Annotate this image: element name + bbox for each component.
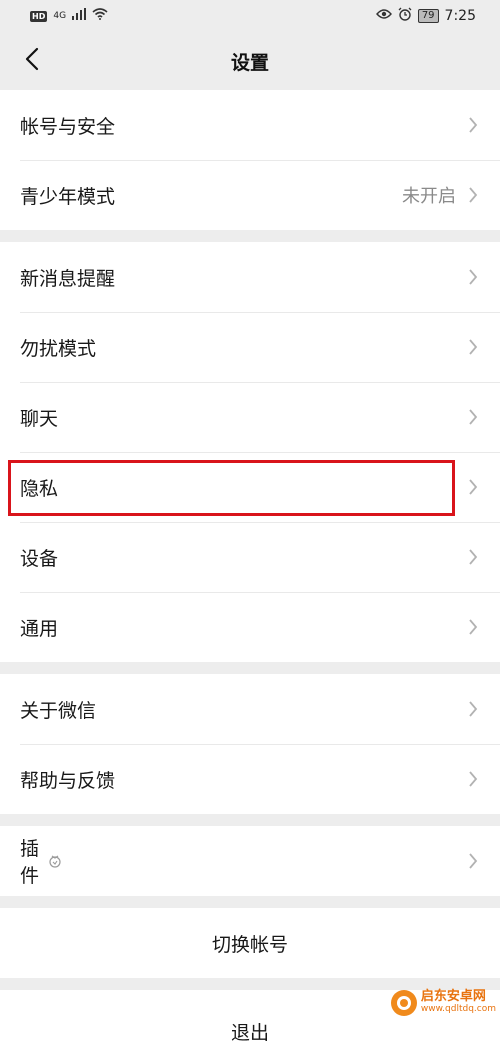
chevron-right-icon xyxy=(468,700,478,718)
chevron-right-icon xyxy=(468,618,478,636)
settings-item-label-wrap: 插件 xyxy=(20,834,468,888)
settings-group-plugins: 插件 xyxy=(0,826,500,896)
status-right: 79 7:25 xyxy=(375,7,476,25)
settings-item-general[interactable]: 通用 xyxy=(0,592,500,662)
settings-item-label: 关于微信 xyxy=(20,699,97,722)
chevron-right-icon xyxy=(468,338,478,356)
eye-icon xyxy=(375,8,392,24)
settings-item-do-not-disturb[interactable]: 勿扰模式 xyxy=(0,312,500,382)
settings-item-label: 新消息提醒 xyxy=(20,267,116,290)
settings-item-label: 聊天 xyxy=(20,407,59,430)
settings-item-label: 通用 xyxy=(20,617,59,640)
watermark: 启东安卓网 www.qdltdq.com xyxy=(390,989,496,1016)
battery-icon: 79 xyxy=(417,9,439,23)
settings-item-label: 青少年模式 xyxy=(20,185,116,208)
signal-icon xyxy=(72,8,87,24)
status-bar: HD 4G 79 7:25 xyxy=(0,0,500,32)
settings-item-value: 未开启 xyxy=(402,186,456,207)
settings-group-account: 帐号与安全 青少年模式 未开启 xyxy=(0,90,500,230)
chevron-right-icon xyxy=(468,770,478,788)
chevron-right-icon xyxy=(468,852,478,870)
chevron-right-icon xyxy=(468,408,478,426)
settings-group-general: 新消息提醒 勿扰模式 聊天 隐私 设备 通用 xyxy=(0,242,500,662)
chevron-right-icon xyxy=(468,186,478,204)
settings-item-label: 勿扰模式 xyxy=(20,337,97,360)
watermark-logo-icon xyxy=(390,990,417,1016)
status-left: HD 4G xyxy=(30,8,108,24)
back-arrow-icon xyxy=(25,47,39,75)
settings-item-label: 帐号与安全 xyxy=(20,115,116,138)
settings-item-notifications[interactable]: 新消息提醒 xyxy=(0,242,500,312)
watermark-url: www.qdltdq.com xyxy=(420,1004,496,1014)
settings-group-about: 关于微信 帮助与反馈 xyxy=(0,674,500,814)
settings-item-chat[interactable]: 聊天 xyxy=(0,382,500,452)
back-button[interactable] xyxy=(10,32,54,90)
watermark-text: 启东安卓网 www.qdltdq.com xyxy=(420,989,496,1015)
settings-item-label: 隐私 xyxy=(20,477,59,500)
chevron-right-icon xyxy=(468,268,478,286)
chevron-right-icon xyxy=(468,548,478,566)
time: 7:25 xyxy=(444,8,476,24)
chevron-right-icon xyxy=(468,116,478,134)
settings-item-about-wechat[interactable]: 关于微信 xyxy=(0,674,500,744)
chevron-right-icon xyxy=(468,478,478,496)
wifi-icon xyxy=(92,8,108,24)
settings-item-privacy[interactable]: 隐私 xyxy=(0,452,500,522)
settings-item-plugins[interactable]: 插件 xyxy=(0,826,500,896)
settings-item-help-feedback[interactable]: 帮助与反馈 xyxy=(0,744,500,814)
plugin-icon xyxy=(47,853,63,869)
settings-item-label: 帮助与反馈 xyxy=(20,769,116,792)
watermark-name: 启东安卓网 xyxy=(420,989,486,1004)
settings-item-label: 设备 xyxy=(20,547,59,570)
alarm-icon xyxy=(398,7,412,25)
settings-item-teen-mode[interactable]: 青少年模式 未开启 xyxy=(0,160,500,230)
nav-bar: 设置 xyxy=(0,32,500,90)
page-title: 设置 xyxy=(230,51,269,74)
switch-account-button[interactable]: 切换帐号 xyxy=(0,908,500,978)
settings-item-account-security[interactable]: 帐号与安全 xyxy=(0,90,500,160)
network-label: 4G xyxy=(53,11,67,21)
hd-icon: HD xyxy=(30,10,48,22)
settings-item-label: 插件 xyxy=(20,838,40,887)
settings-item-devices[interactable]: 设备 xyxy=(0,522,500,592)
